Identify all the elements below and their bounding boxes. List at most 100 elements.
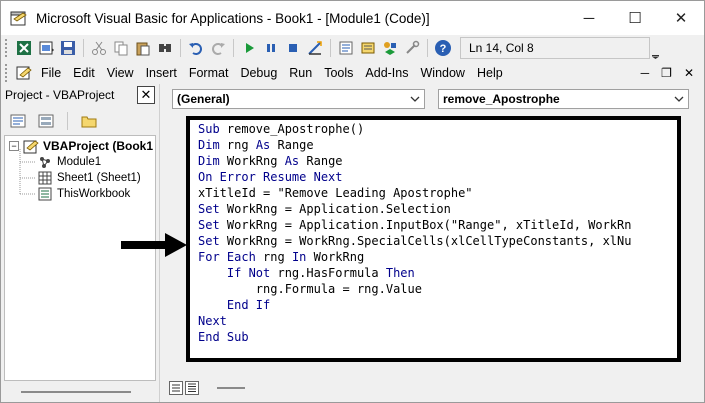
code-text: xTitleId = "Remove Leading Apostrophe" (198, 186, 473, 200)
code-line[interactable]: Sub remove_Apostrophe() (198, 121, 364, 137)
tree-item-label: Sheet1 (Sheet1) (57, 172, 141, 184)
menu-run[interactable]: Run (283, 66, 318, 80)
properties-window-icon[interactable] (359, 39, 377, 57)
code-line[interactable]: End If (198, 297, 270, 313)
menu-debug[interactable]: Debug (234, 66, 283, 80)
procedure-combo[interactable]: remove_Apostrophe (438, 89, 689, 109)
code-line[interactable]: rng.Formula = rng.Value (198, 281, 422, 297)
redo-icon[interactable] (209, 39, 227, 57)
code-keyword: Sub (198, 122, 227, 136)
code-line[interactable]: Next (198, 313, 227, 329)
svg-text:?: ? (440, 43, 447, 55)
code-text: WorkRng = WorkRng.SpecialCells(xlCellTyp… (226, 234, 632, 248)
code-keyword: Set (198, 218, 227, 232)
design-mode-icon[interactable] (306, 39, 324, 57)
toggle-folders-icon[interactable] (80, 112, 98, 130)
menu-help[interactable]: Help (471, 66, 509, 80)
help-icon[interactable]: ? (434, 39, 452, 57)
full-module-view-icon[interactable] (185, 381, 199, 395)
tree-item-sheet1[interactable]: Sheet1 (Sheet1) (37, 170, 141, 186)
project-explorer-header: Project - VBAProject ✕ (1, 84, 159, 106)
tree-item-module1[interactable]: Module1 (37, 154, 101, 170)
code-keyword: Then (385, 266, 415, 280)
reset-icon[interactable] (284, 39, 302, 57)
code-vertical-scrollbar[interactable] (685, 116, 704, 386)
run-icon[interactable] (240, 39, 258, 57)
menu-bar: File Edit View Insert Format Debug Run T… (1, 62, 704, 84)
tree-root-vbaproject[interactable]: − VBAProject (Book1 (9, 138, 153, 154)
insert-module-icon[interactable] (37, 39, 55, 57)
tree-item-thisworkbook[interactable]: ThisWorkbook (37, 186, 130, 202)
menu-tools[interactable]: Tools (318, 66, 359, 80)
collapse-toggle-icon[interactable]: − (9, 141, 19, 151)
project-explorer-close-button[interactable]: ✕ (137, 86, 155, 104)
code-text: rng.Formula = rng.Value (198, 282, 422, 296)
doc-restore-button[interactable]: ❐ (661, 66, 672, 80)
cursor-position-status: Ln 14, Col 8 (460, 37, 650, 59)
code-text: rng.HasFormula (277, 266, 386, 280)
code-line[interactable]: Set WorkRng = Application.Selection (198, 201, 451, 217)
code-text: Range (306, 154, 343, 168)
code-line[interactable]: On Error Resume Next (198, 169, 343, 185)
code-line[interactable]: Set WorkRng = WorkRng.SpecialCells(xlCel… (198, 233, 631, 249)
project-explorer-icon[interactable] (337, 39, 355, 57)
code-line[interactable]: xTitleId = "Remove Leading Apostrophe" (198, 185, 473, 201)
toolbox-icon[interactable] (403, 39, 421, 57)
toolbar-separator (233, 39, 234, 57)
menu-grip[interactable] (5, 64, 9, 82)
toolbar-separator (330, 39, 331, 57)
undo-icon[interactable] (187, 39, 205, 57)
code-editor[interactable]: Sub remove_Apostrophe() Dim rng As Range D… (186, 116, 681, 362)
menu-window[interactable]: Window (415, 66, 471, 80)
menu-file[interactable]: File (35, 66, 67, 80)
vba-project-icon (23, 138, 39, 154)
code-keyword: End If (198, 298, 271, 312)
toolbar-grip[interactable] (5, 39, 9, 57)
doc-close-button[interactable]: ✕ (684, 66, 694, 80)
object-browser-icon[interactable] (381, 39, 399, 57)
menu-view[interactable]: View (101, 66, 140, 80)
save-icon[interactable] (59, 39, 77, 57)
code-text: WorkRng = Application.Selection (226, 202, 451, 216)
view-code-icon[interactable] (9, 112, 27, 130)
project-tree: − VBAProject (Book1 Module1 Sheet1 (Shee… (4, 135, 156, 381)
excel-view-icon[interactable] (15, 39, 33, 57)
toolbar-options-icon[interactable] (652, 37, 659, 59)
code-keyword: For Each (198, 250, 264, 264)
break-icon[interactable] (262, 39, 280, 57)
code-line[interactable]: Dim rng As Range (198, 137, 314, 153)
code-keyword: As (255, 138, 278, 152)
chevron-down-icon[interactable] (674, 92, 684, 109)
menu-edit[interactable]: Edit (67, 66, 101, 80)
object-combo[interactable]: (General) (172, 89, 425, 109)
paste-icon[interactable] (134, 39, 152, 57)
code-text: remove_Apostrophe() (226, 122, 365, 136)
menu-add-ins[interactable]: Add-Ins (359, 66, 414, 80)
copy-icon[interactable] (112, 39, 130, 57)
minimize-button[interactable]: ─ (566, 1, 612, 35)
procedure-view-icon[interactable] (169, 381, 183, 395)
code-line[interactable]: Dim WorkRng As Range (198, 153, 343, 169)
menu-insert[interactable]: Insert (140, 66, 183, 80)
cut-icon[interactable] (90, 39, 108, 57)
project-horizontal-scrollbar[interactable] (21, 391, 131, 393)
maximize-button[interactable]: ☐ (612, 1, 658, 35)
code-line[interactable]: End Sub (198, 329, 249, 345)
close-button[interactable]: ✕ (658, 1, 704, 35)
project-explorer-toolbar (1, 108, 159, 134)
code-horizontal-scrollbar[interactable] (217, 387, 245, 389)
toolbar-separator (427, 39, 428, 57)
find-icon[interactable] (156, 39, 174, 57)
vba-menu-icon[interactable] (15, 64, 33, 82)
code-line[interactable]: If Not rng.HasFormula Then (198, 265, 415, 281)
code-line[interactable]: Set WorkRng = Application.InputBox("Rang… (198, 217, 631, 233)
menu-format[interactable]: Format (183, 66, 235, 80)
doc-minimize-button[interactable]: ─ (641, 66, 650, 80)
code-line[interactable]: For Each rng In WorkRng (198, 249, 364, 265)
tree-item-label: Module1 (57, 156, 102, 168)
toolbar-separator (67, 112, 68, 130)
view-object-icon[interactable] (37, 112, 55, 130)
code-text: Range (277, 138, 314, 152)
object-combo-value: (General) (177, 92, 230, 106)
chevron-down-icon[interactable] (410, 92, 420, 109)
